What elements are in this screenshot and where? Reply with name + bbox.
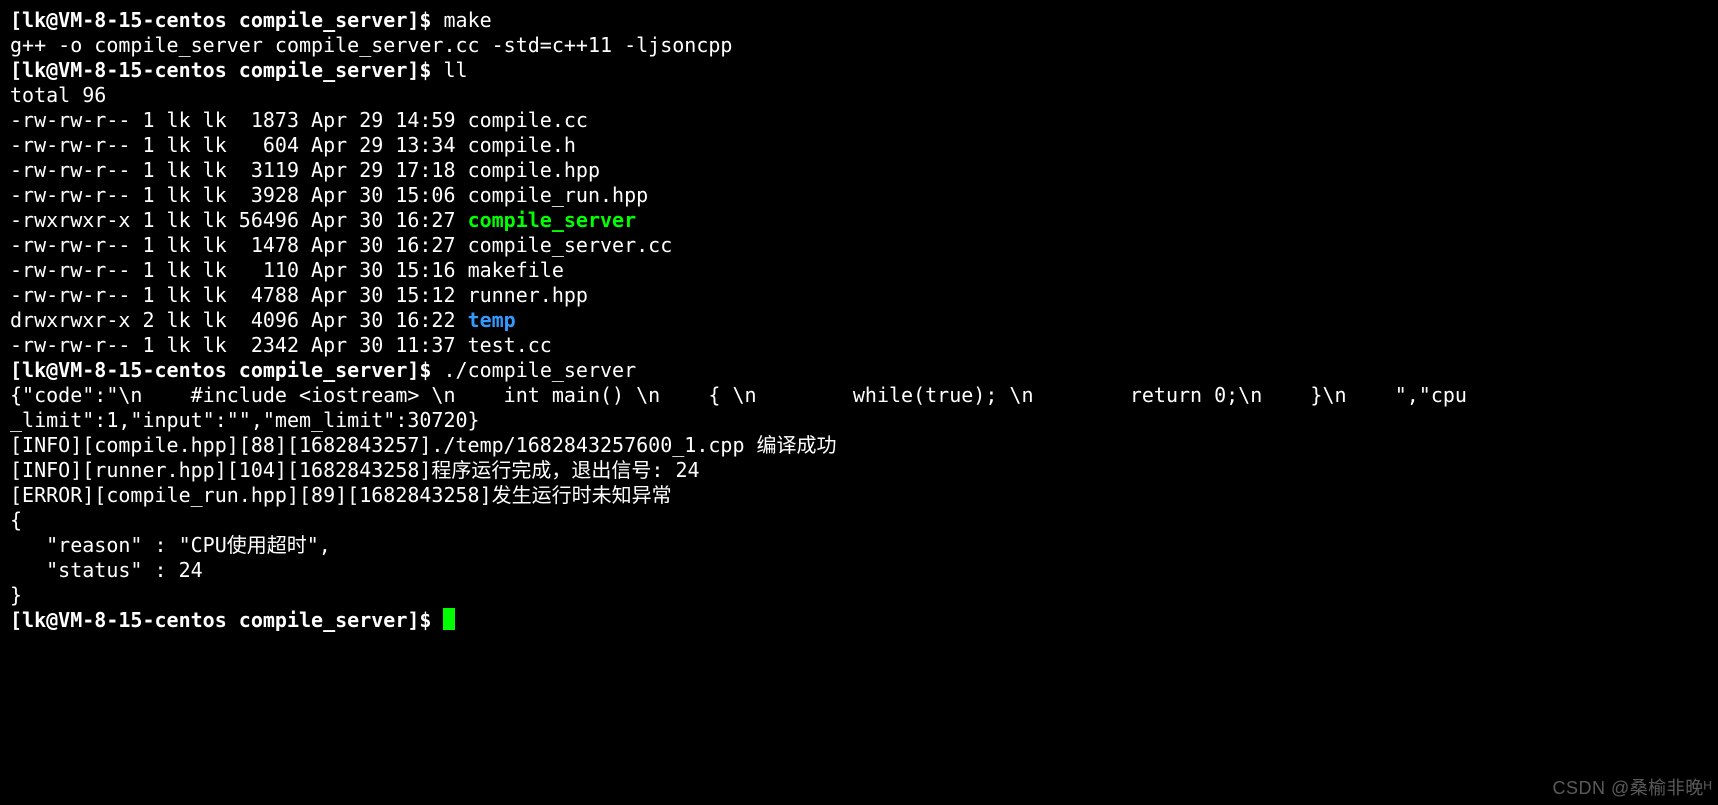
file-name: compile.h	[468, 133, 576, 157]
command-text: make	[443, 8, 491, 32]
terminal-line: "reason" : "CPU使用超时",	[10, 533, 1708, 558]
terminal-line: [lk@VM-8-15-centos compile_server]$ make	[10, 8, 1708, 33]
terminal-line: -rw-rw-r-- 1 lk lk 2342 Apr 30 11:37 tes…	[10, 333, 1708, 358]
file-name-directory: temp	[468, 308, 516, 332]
file-name: compile_run.hpp	[468, 183, 649, 207]
terminal-line: -rw-rw-r-- 1 lk lk 604 Apr 29 13:34 comp…	[10, 133, 1708, 158]
terminal-line: -rwxrwxr-x 1 lk lk 56496 Apr 30 16:27 co…	[10, 208, 1708, 233]
terminal-line: [INFO][runner.hpp][104][1682843258]程序运行完…	[10, 458, 1708, 483]
command-text: ./compile_server	[443, 358, 636, 382]
file-name: compile.hpp	[468, 158, 600, 182]
terminal-line: -rw-rw-r-- 1 lk lk 1478 Apr 30 16:27 com…	[10, 233, 1708, 258]
terminal-line: -rw-rw-r-- 1 lk lk 3928 Apr 30 15:06 com…	[10, 183, 1708, 208]
terminal-line: }	[10, 583, 1708, 608]
terminal-line: [INFO][compile.hpp][88][1682843257]./tem…	[10, 433, 1708, 458]
prompt: [lk@VM-8-15-centos compile_server]$	[10, 8, 443, 32]
terminal-line: -rw-rw-r-- 1 lk lk 4788 Apr 30 15:12 run…	[10, 283, 1708, 308]
terminal-line: drwxrwxr-x 2 lk lk 4096 Apr 30 16:22 tem…	[10, 308, 1708, 333]
terminal-line: [lk@VM-8-15-centos compile_server]$ ll	[10, 58, 1708, 83]
terminal-line: [lk@VM-8-15-centos compile_server]$ ./co…	[10, 358, 1708, 383]
prompt: [lk@VM-8-15-centos compile_server]$	[10, 608, 443, 632]
file-name: makefile	[468, 258, 564, 282]
command-text: ll	[443, 58, 467, 82]
terminal-line: total 96	[10, 83, 1708, 108]
cursor[interactable]	[443, 608, 455, 630]
terminal-line: {	[10, 508, 1708, 533]
file-name: test.cc	[468, 333, 552, 357]
terminal-line: [ERROR][compile_run.hpp][89][1682843258]…	[10, 483, 1708, 508]
file-name: runner.hpp	[468, 283, 588, 307]
watermark-text: CSDN @桑榆非晚ᴴ	[1553, 776, 1713, 801]
terminal-line: -rw-rw-r-- 1 lk lk 3119 Apr 29 17:18 com…	[10, 158, 1708, 183]
file-name: compile.cc	[468, 108, 588, 132]
terminal-line: _limit":1,"input":"","mem_limit":30720}	[10, 408, 1708, 433]
terminal-line: [lk@VM-8-15-centos compile_server]$	[10, 608, 1708, 633]
file-name-executable: compile_server	[468, 208, 637, 232]
terminal-line: g++ -o compile_server compile_server.cc …	[10, 33, 1708, 58]
prompt: [lk@VM-8-15-centos compile_server]$	[10, 358, 443, 382]
terminal-line: -rw-rw-r-- 1 lk lk 110 Apr 30 15:16 make…	[10, 258, 1708, 283]
terminal-line: "status" : 24	[10, 558, 1708, 583]
prompt: [lk@VM-8-15-centos compile_server]$	[10, 58, 443, 82]
terminal-output[interactable]: [lk@VM-8-15-centos compile_server]$ make…	[0, 0, 1718, 633]
terminal-line: {"code":"\n #include <iostream> \n int m…	[10, 383, 1708, 408]
terminal-line: -rw-rw-r-- 1 lk lk 1873 Apr 29 14:59 com…	[10, 108, 1708, 133]
file-name: compile_server.cc	[468, 233, 673, 257]
